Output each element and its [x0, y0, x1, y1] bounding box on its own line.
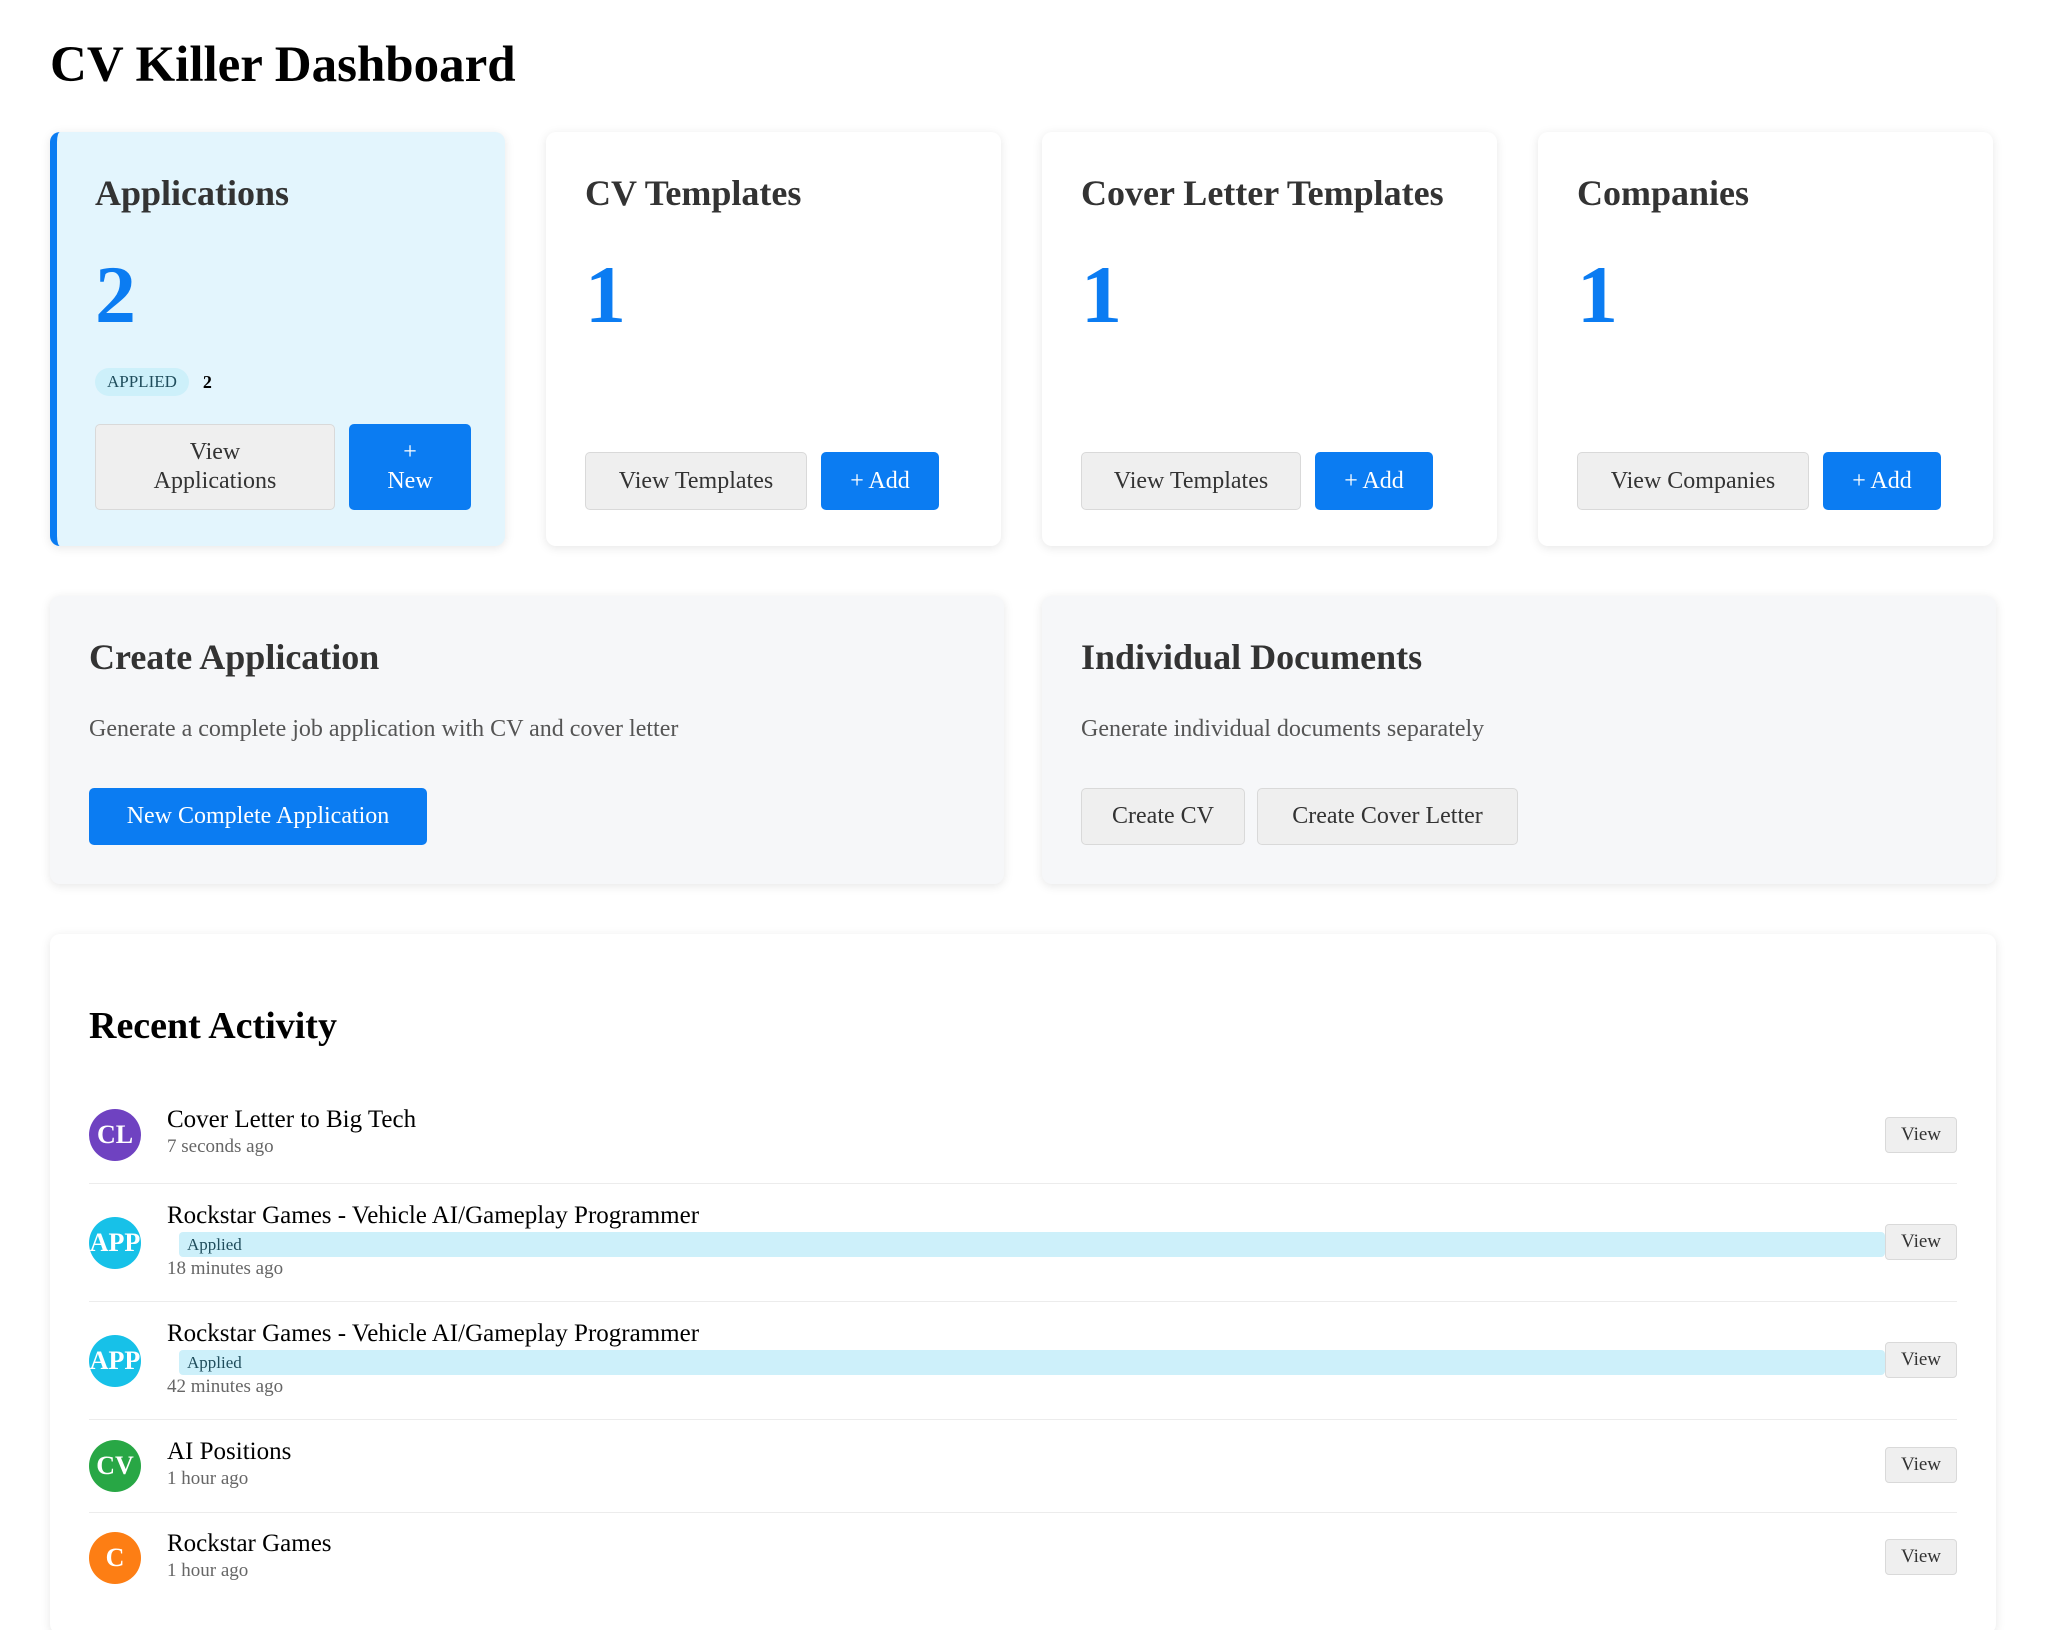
activity-title: Rockstar Games - Vehicle AI/Gameplay Pro…: [167, 1320, 700, 1347]
new-application-button[interactable]: + New: [349, 424, 471, 510]
add-cover-letter-template-button[interactable]: + Add: [1315, 452, 1433, 510]
page-title: CV Killer Dashboard: [50, 37, 516, 93]
stat-card-title: CV Templates: [585, 173, 802, 213]
activity-item[interactable]: CL Cover Letter to Big Tech 7 seconds ag…: [89, 1090, 1957, 1184]
status-badge: Applied: [179, 1350, 1885, 1375]
activity-time: 18 minutes ago: [167, 1258, 284, 1279]
avatar: APP: [89, 1217, 141, 1269]
stat-count: 1: [585, 249, 626, 340]
stat-card-cv-templates[interactable]: CV Templates 1 View Templates + Add: [546, 132, 1001, 546]
view-button[interactable]: View: [1885, 1539, 1957, 1575]
create-application-title: Create Application: [89, 637, 380, 677]
view-applications-button[interactable]: View Applications: [95, 424, 335, 510]
status-badge: Applied: [179, 1232, 1885, 1257]
create-cover-letter-button[interactable]: Create Cover Letter: [1257, 788, 1518, 845]
view-companies-button[interactable]: View Companies: [1577, 452, 1809, 510]
add-cv-template-button[interactable]: + Add: [821, 452, 939, 510]
stat-card-applications[interactable]: Applications 2 APPLIED 2 View Applicatio…: [50, 132, 505, 546]
avatar: APP: [89, 1335, 141, 1387]
avatar: CV: [89, 1440, 141, 1492]
activity-list: CL Cover Letter to Big Tech 7 seconds ag…: [89, 1090, 1957, 1606]
activity-title: Cover Letter to Big Tech: [167, 1106, 417, 1133]
avatar: CL: [89, 1109, 141, 1161]
individual-documents-card: Individual Documents Generate individual…: [1042, 596, 1996, 884]
view-button[interactable]: View: [1885, 1117, 1957, 1153]
activity-time: 1 hour ago: [167, 1468, 249, 1489]
status-summary: APPLIED 2: [95, 368, 212, 396]
activity-item[interactable]: APP Rockstar Games - Vehicle AI/Gameplay…: [89, 1184, 1957, 1302]
new-complete-application-button[interactable]: New Complete Application: [89, 788, 427, 845]
stat-count: 2: [95, 249, 136, 340]
individual-documents-description: Generate individual documents separately: [1081, 716, 1485, 742]
activity-time: 1 hour ago: [167, 1560, 249, 1581]
view-button[interactable]: View: [1885, 1447, 1957, 1483]
activity-title: AI Positions: [167, 1438, 292, 1465]
recent-activity-card: Recent Activity CL Cover Letter to Big T…: [50, 934, 1996, 1630]
activity-time: 7 seconds ago: [167, 1136, 274, 1157]
activity-title: Rockstar Games - Vehicle AI/Gameplay Pro…: [167, 1202, 700, 1229]
recent-activity-title: Recent Activity: [89, 1005, 337, 1047]
activity-item[interactable]: CV AI Positions 1 hour ago View: [89, 1420, 1957, 1513]
stat-count: 1: [1577, 249, 1618, 340]
activity-item[interactable]: APP Rockstar Games - Vehicle AI/Gameplay…: [89, 1302, 1957, 1420]
activity-title: Rockstar Games: [167, 1530, 332, 1557]
stat-card-companies[interactable]: Companies 1 View Companies + Add: [1538, 132, 1993, 546]
stat-count: 1: [1081, 249, 1122, 340]
create-application-card: Create Application Generate a complete j…: [50, 596, 1004, 884]
view-button[interactable]: View: [1885, 1224, 1957, 1260]
status-count: 2: [202, 371, 212, 392]
view-cv-templates-button[interactable]: View Templates: [585, 452, 807, 510]
stat-card-cover-letter-templates[interactable]: Cover Letter Templates 1 View Templates …: [1042, 132, 1497, 546]
create-cv-button[interactable]: Create CV: [1081, 788, 1245, 845]
stat-card-title: Applications: [95, 173, 290, 213]
create-application-description: Generate a complete job application with…: [89, 716, 679, 742]
view-cover-letter-templates-button[interactable]: View Templates: [1081, 452, 1301, 510]
stat-card-title: Companies: [1577, 173, 1750, 213]
add-company-button[interactable]: + Add: [1823, 452, 1941, 510]
individual-documents-title: Individual Documents: [1081, 637, 1423, 677]
stat-card-title: Cover Letter Templates: [1081, 173, 1444, 213]
activity-item[interactable]: C Rockstar Games 1 hour ago View: [89, 1513, 1957, 1606]
avatar: C: [89, 1532, 141, 1584]
view-button[interactable]: View: [1885, 1342, 1957, 1378]
status-badge: APPLIED: [95, 368, 189, 396]
activity-time: 42 minutes ago: [167, 1376, 284, 1397]
